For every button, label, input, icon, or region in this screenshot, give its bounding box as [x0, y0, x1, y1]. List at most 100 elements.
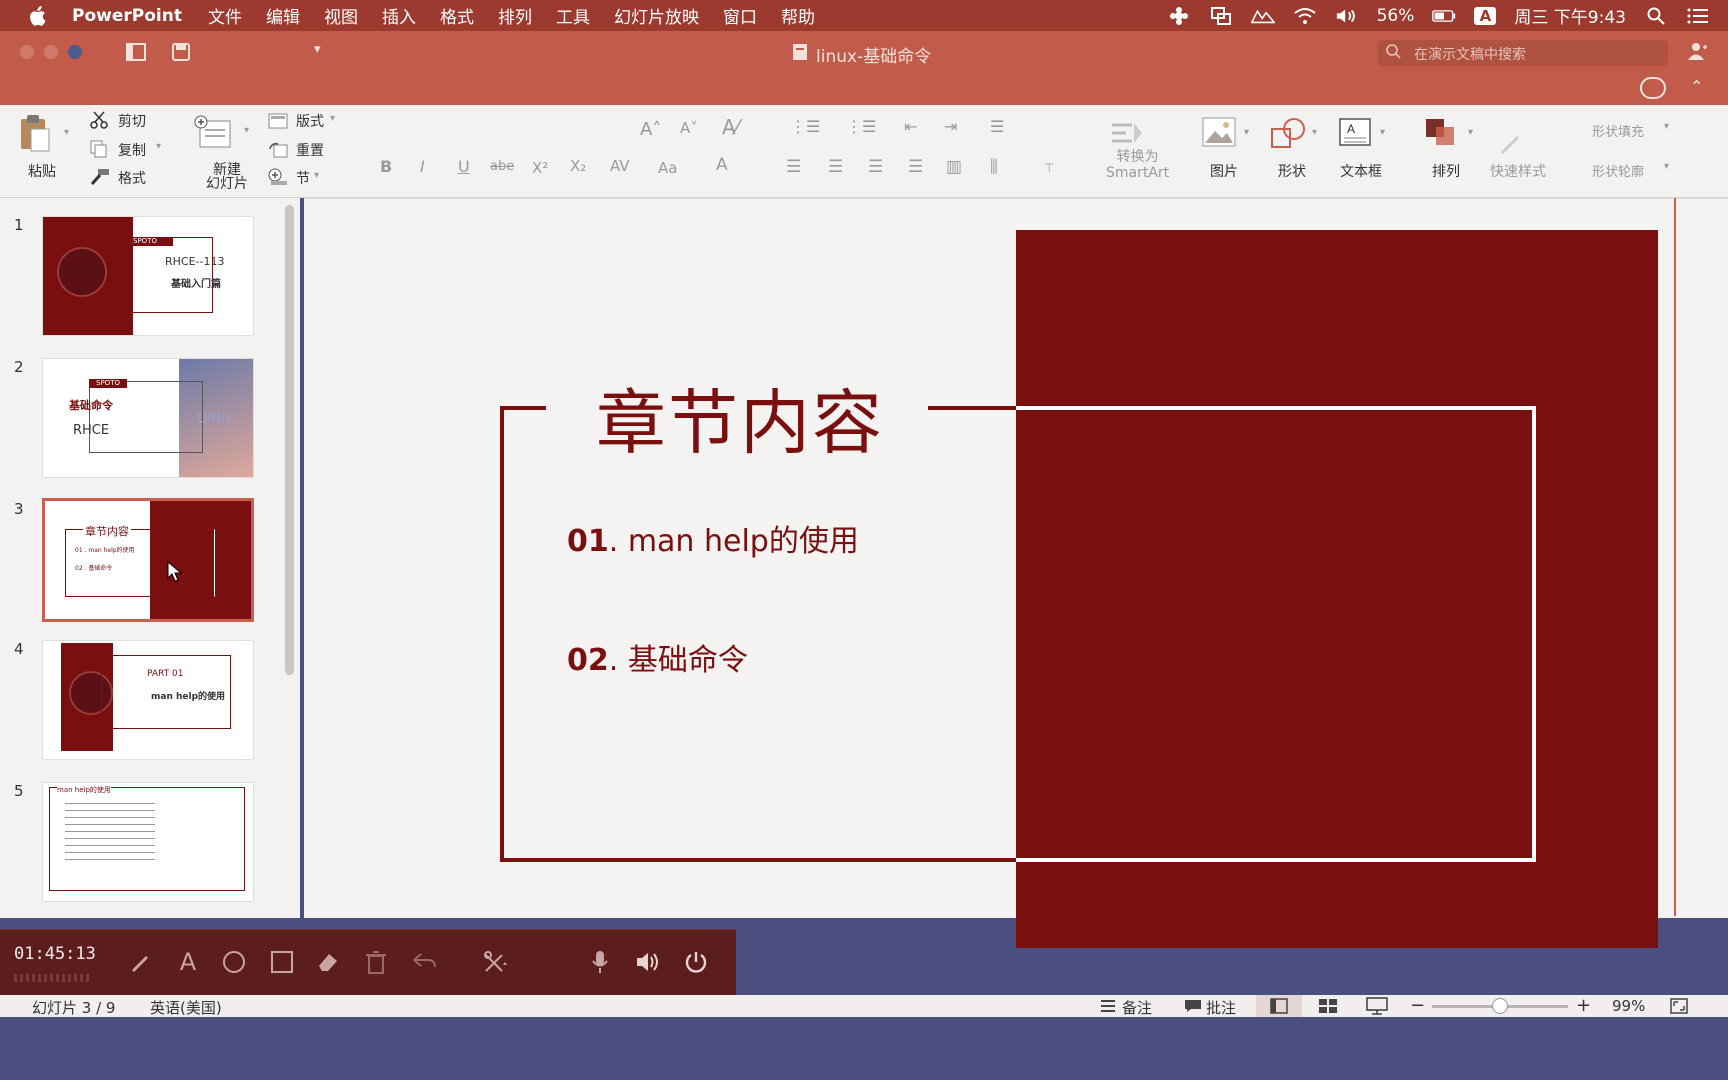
italic-icon[interactable]: I: [420, 157, 425, 176]
apple-icon[interactable]: [28, 5, 52, 26]
columns-icon[interactable]: ▥: [946, 157, 962, 177]
pen-icon[interactable]: [126, 948, 154, 976]
flower-app-icon[interactable]: [1167, 6, 1191, 25]
new-slide-button[interactable]: 新建 幻灯片: [206, 163, 248, 191]
presenter-view-icon[interactable]: [1366, 997, 1388, 1015]
shape-outline-chevron-icon[interactable]: ▾: [1664, 161, 1669, 172]
screen-mirror-icon[interactable]: [1209, 6, 1233, 25]
align-left-icon[interactable]: ☰: [786, 157, 801, 177]
input-method-icon[interactable]: A: [1474, 6, 1497, 25]
current-slide[interactable]: 章节内容 01. man help的使用 02. 基础命令: [304, 198, 1728, 948]
agenda-item-2[interactable]: 02. 基础命令: [567, 635, 748, 679]
slide-thumbnail-2[interactable]: SPOTO 基础命令 RHCE LINUX: [42, 358, 254, 478]
font-color-icon[interactable]: A: [716, 155, 728, 175]
menu-file[interactable]: 文件: [208, 3, 242, 28]
align-center-icon[interactable]: ☰: [828, 157, 843, 177]
align-right-icon[interactable]: ☰: [868, 157, 883, 177]
shape-fill-chevron-icon[interactable]: ▾: [1664, 121, 1669, 132]
textbox-icon[interactable]: A: [1338, 117, 1372, 147]
minimize-window-button[interactable]: [44, 45, 58, 59]
copy-options-chevron-icon[interactable]: ▾: [156, 141, 161, 152]
menu-help[interactable]: 帮助: [781, 3, 815, 28]
increase-indent-icon[interactable]: ⇥: [944, 117, 957, 136]
spotlight-search-icon[interactable]: [1644, 7, 1668, 25]
zoom-out-button[interactable]: −: [1410, 995, 1425, 1016]
strikethrough-icon[interactable]: abe: [490, 159, 514, 174]
trash-icon[interactable]: [362, 948, 390, 976]
shapes-icon[interactable]: [1270, 117, 1306, 149]
menu-view[interactable]: 视图: [324, 3, 358, 28]
undo-icon[interactable]: [410, 948, 438, 976]
mountain-app-icon[interactable]: [1250, 7, 1275, 25]
zoom-in-button[interactable]: +: [1576, 995, 1591, 1016]
slide-sorter-icon[interactable]: [1318, 998, 1338, 1014]
slide-editor-canvas[interactable]: 章节内容 01. man help的使用 02. 基础命令: [304, 198, 1728, 948]
wifi-icon[interactable]: [1293, 7, 1317, 25]
quick-styles-button[interactable]: 快速样式: [1490, 161, 1546, 181]
character-spacing-icon[interactable]: AV: [610, 157, 630, 175]
arrange-button[interactable]: 排列: [1432, 161, 1460, 181]
section-chevron-icon[interactable]: ▾: [314, 170, 319, 181]
picture-icon[interactable]: [1202, 117, 1236, 147]
battery-icon[interactable]: [1432, 7, 1456, 25]
align-text-icon[interactable]: ⊤: [1044, 161, 1054, 175]
textbox-button[interactable]: 文本框: [1340, 161, 1382, 181]
increase-font-size-icon[interactable]: A˄: [640, 119, 661, 140]
fit-to-window-icon[interactable]: [1670, 998, 1688, 1014]
shape-fill-button[interactable]: 形状填充: [1592, 121, 1644, 140]
justify-icon[interactable]: ☰: [908, 157, 923, 177]
underline-icon[interactable]: U: [458, 157, 470, 176]
clear-formatting-icon[interactable]: A⁄: [722, 115, 739, 139]
text-direction-icon[interactable]: ⫼: [990, 157, 998, 177]
paste-icon[interactable]: [18, 113, 52, 153]
menu-arrange[interactable]: 排列: [498, 3, 532, 28]
menu-edit[interactable]: 编辑: [266, 3, 300, 28]
save-icon[interactable]: [172, 43, 190, 61]
comments-button[interactable]: 批注: [1206, 997, 1236, 1018]
slide-thumbnail-3[interactable]: 章节内容 01 . man help的使用 02 . 基础命令: [42, 498, 254, 622]
collapse-ribbon-icon[interactable]: ⌃: [1690, 77, 1703, 96]
menu-window[interactable]: 窗口: [723, 3, 757, 28]
menu-slideshow[interactable]: 幻灯片放映: [614, 3, 699, 28]
textbox-chevron-icon[interactable]: ▾: [1380, 127, 1385, 138]
share-user-icon[interactable]: [1688, 41, 1708, 61]
numbering-icon[interactable]: ⋮☰: [846, 117, 876, 136]
format-painter-button[interactable]: 格式: [118, 168, 146, 188]
section-button[interactable]: 节: [296, 168, 310, 188]
thumbnail-scrollbar[interactable]: [285, 205, 294, 675]
ellipse-tool-icon[interactable]: [220, 948, 248, 976]
language-indicator[interactable]: 英语(美国): [150, 997, 222, 1018]
superscript-icon[interactable]: X²: [532, 159, 548, 177]
slide-thumbnail-5[interactable]: man help的使用: [42, 782, 254, 902]
menu-tools[interactable]: 工具: [556, 3, 590, 28]
stop-recording-icon[interactable]: [682, 948, 710, 976]
zoom-slider-thumb[interactable]: [1492, 998, 1508, 1014]
slide-thumbnail-1[interactable]: SPOTO RHCE--113 基础入门篇: [42, 216, 254, 336]
rectangle-tool-icon[interactable]: [268, 948, 296, 976]
zoom-level[interactable]: 99%: [1612, 997, 1645, 1015]
menu-app-name[interactable]: PowerPoint: [72, 6, 182, 26]
recording-tools-icon[interactable]: [482, 948, 510, 976]
bullets-icon[interactable]: ⋮☰: [790, 117, 820, 136]
convert-smartart-button[interactable]: 转换为 SmartArt: [1106, 149, 1169, 181]
quick-styles-icon[interactable]: [1500, 135, 1522, 155]
cut-button[interactable]: 剪切: [118, 111, 146, 131]
slide-thumbnail-4[interactable]: PART 01 man help的使用: [42, 640, 254, 760]
new-slide-chevron-icon[interactable]: ▾: [244, 125, 249, 136]
shape-outline-button[interactable]: 形状轮廓: [1592, 161, 1644, 180]
decrease-indent-icon[interactable]: ⇤: [904, 117, 917, 136]
arrange-icon[interactable]: [1424, 117, 1458, 147]
change-case-icon[interactable]: Aa: [658, 159, 677, 177]
notes-button[interactable]: 备注: [1122, 997, 1152, 1018]
slide-title[interactable]: 章节内容: [596, 367, 884, 468]
reset-button[interactable]: 重置: [296, 140, 324, 160]
menu-format[interactable]: 格式: [440, 3, 474, 28]
layout-button[interactable]: 版式: [296, 111, 324, 131]
eraser-icon[interactable]: [314, 948, 342, 976]
zoom-window-button[interactable]: [68, 45, 82, 59]
copy-button[interactable]: 复制: [118, 140, 146, 160]
paste-button-label[interactable]: 粘贴: [28, 161, 56, 181]
notification-center-icon[interactable]: [1686, 7, 1710, 25]
clock[interactable]: 周三 下午9:43: [1514, 3, 1626, 28]
bold-icon[interactable]: B: [380, 157, 392, 176]
